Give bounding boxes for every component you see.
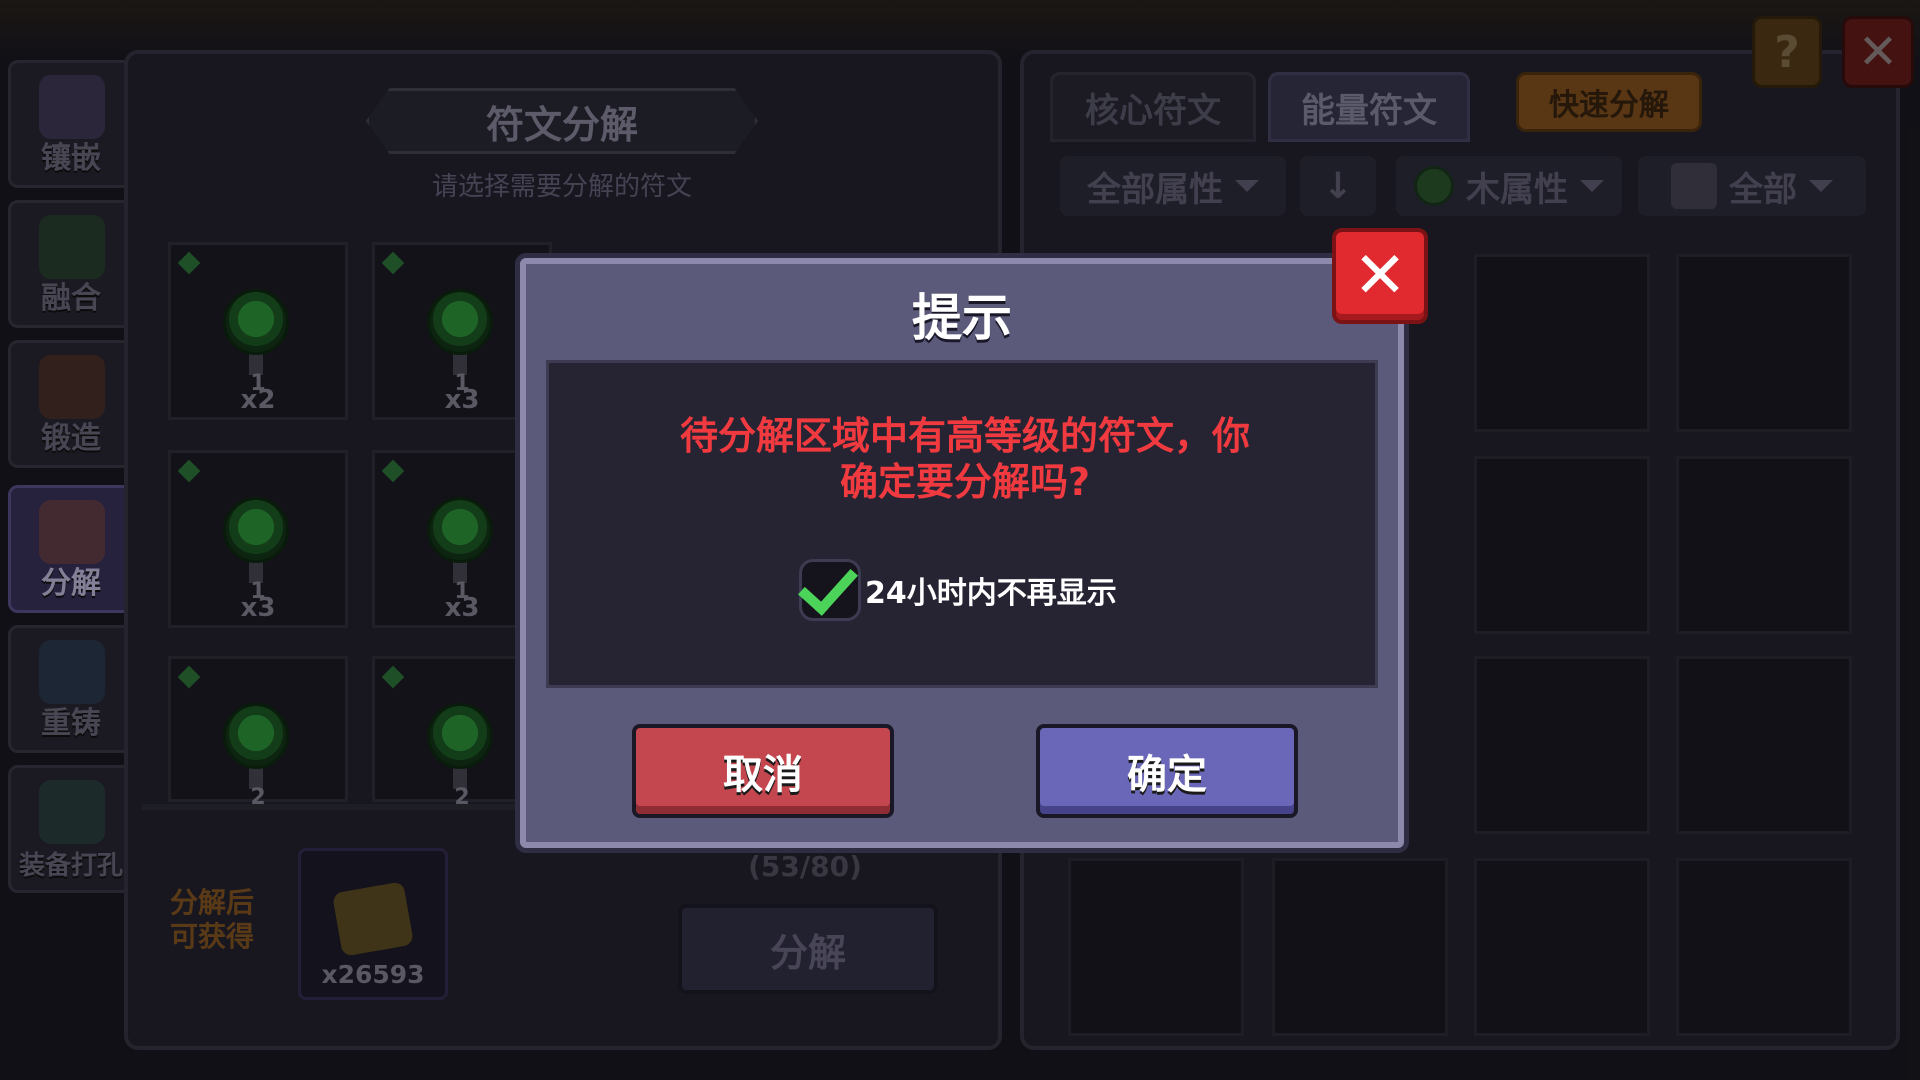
dialog-body: 待分解区域中有高等级的符文，你 确定要分解吗? 24小时内不再显示 bbox=[546, 360, 1378, 688]
confirm-button[interactable]: 确定 bbox=[1036, 724, 1298, 818]
dont-show-again-row[interactable]: 24小时内不再显示 bbox=[798, 554, 1117, 621]
dont-show-again-checkbox[interactable] bbox=[798, 554, 861, 621]
dialog-message-line: 确定要分解吗? bbox=[839, 460, 1091, 504]
close-icon: ✕ bbox=[1353, 239, 1407, 313]
dialog-close-button[interactable]: ✕ bbox=[1332, 228, 1428, 324]
cancel-button[interactable]: 取消 bbox=[632, 724, 894, 818]
confirm-dialog: 提示 待分解区域中有高等级的符文，你 确定要分解吗? 24小时内不再显示 取消 … bbox=[520, 258, 1404, 848]
dont-show-again-label: 24小时内不再显示 bbox=[865, 576, 1117, 611]
dialog-message-line: 待分解区域中有高等级的符文，你 bbox=[679, 414, 1250, 458]
checkmark-icon bbox=[798, 554, 858, 616]
dialog-message: 待分解区域中有高等级的符文，你 确定要分解吗? bbox=[589, 413, 1341, 505]
dialog-title: 提示 bbox=[912, 289, 1012, 347]
